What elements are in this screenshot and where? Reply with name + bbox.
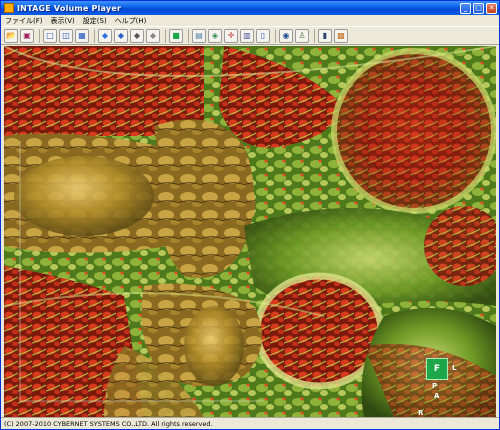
orientation-label-top: A: [434, 392, 440, 400]
single-view-icon[interactable]: □: [43, 28, 57, 43]
app-window: INTAGE Volume Player _ □ ✕ ファイル(F) 表示(V)…: [0, 0, 500, 430]
menu-file[interactable]: ファイル(F): [1, 16, 47, 26]
cube-blue-icon[interactable]: ◆: [98, 28, 112, 43]
menu-help[interactable]: ヘルプ(H): [111, 16, 151, 26]
save-icon[interactable]: ▣: [20, 28, 34, 43]
volume-render-viewport[interactable]: A R F: [4, 46, 496, 417]
film-icon[interactable]: ▮: [318, 28, 332, 43]
person-icon[interactable]: ♙: [295, 28, 309, 43]
menu-bar: ファイル(F) 表示(V) 設定(S) ヘルプ(H): [1, 15, 499, 26]
axes-icon[interactable]: ✛: [224, 28, 238, 43]
toolbar: 📂 ▣ □ ◫ ▦ ◆ ◆ ◆ ◆ ■ ▤ ◈ ✛ ▥ ▯ ◉ ♙ ▮ ▩: [1, 26, 499, 45]
cube-solid-icon[interactable]: ◆: [114, 28, 128, 43]
toolbar-separator: [94, 28, 95, 43]
status-bar: (C) 2007-2010 CYBERNET SYSTEMS CO.,LTD. …: [1, 417, 499, 429]
toolbar-separator: [39, 28, 40, 43]
toolbar-separator: [275, 28, 276, 43]
menu-settings[interactable]: 設定(S): [79, 16, 111, 26]
color-bar-icon[interactable]: ▩: [334, 28, 348, 43]
app-icon: [4, 3, 14, 13]
volume-render-image: [4, 46, 496, 417]
green-square-icon[interactable]: ■: [169, 28, 183, 43]
orientation-cube[interactable]: F: [426, 358, 448, 380]
minimize-button[interactable]: _: [460, 2, 471, 14]
close-button[interactable]: ✕: [486, 2, 497, 14]
quad-view-icon[interactable]: ▦: [75, 28, 89, 43]
document-icon[interactable]: ▯: [256, 28, 270, 43]
open-folder-icon[interactable]: 📂: [4, 28, 18, 43]
cube-gray-icon[interactable]: ◆: [146, 28, 160, 43]
volume-cube-icon[interactable]: ◈: [208, 28, 222, 43]
toolbar-separator: [165, 28, 166, 43]
menu-view[interactable]: 表示(V): [47, 16, 79, 26]
window-title: INTAGE Volume Player: [17, 3, 122, 13]
orientation-label-bottom: P: [432, 382, 438, 390]
split-view-icon[interactable]: ◫: [59, 28, 73, 43]
camera-icon[interactable]: ◉: [279, 28, 293, 43]
maximize-button[interactable]: □: [473, 2, 484, 14]
title-bar[interactable]: INTAGE Volume Player _ □ ✕: [1, 1, 499, 15]
cube-shaded-icon[interactable]: ◆: [130, 28, 144, 43]
orientation-label-right: L: [452, 364, 457, 372]
orientation-label-center: F: [433, 364, 441, 374]
orientation-label-left: R: [418, 409, 424, 417]
toolbar-separator: [314, 28, 315, 43]
status-text: (C) 2007-2010 CYBERNET SYSTEMS CO.,LTD. …: [4, 420, 213, 428]
mpr-icon[interactable]: ▤: [192, 28, 206, 43]
mip-icon[interactable]: ▥: [240, 28, 254, 43]
toolbar-separator: [188, 28, 189, 43]
